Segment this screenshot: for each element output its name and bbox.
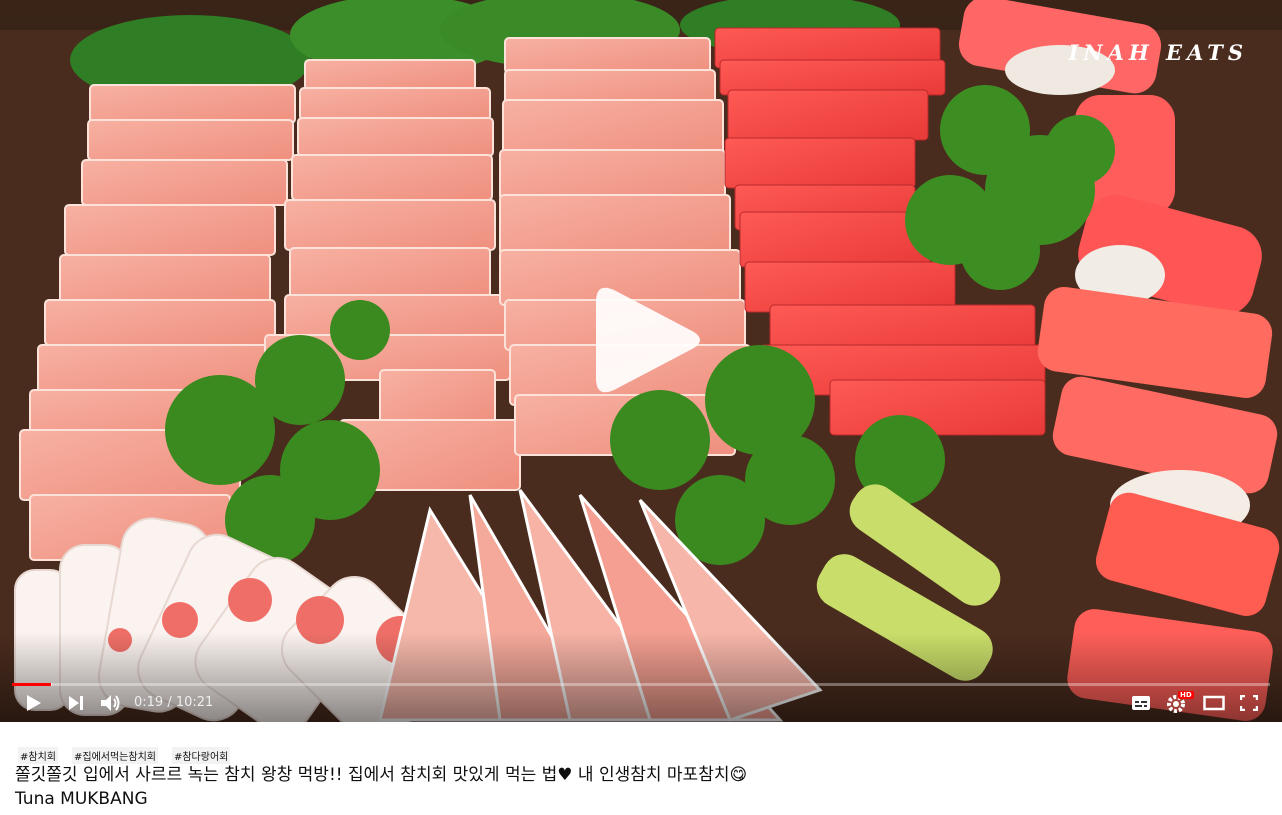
volume-icon xyxy=(101,695,120,711)
subtitles-button[interactable] xyxy=(1128,690,1154,716)
play-icon xyxy=(27,695,41,711)
video-title: 쫄깃쫄깃 입에서 사르르 녹는 참치 왕창 먹방!! 집에서 참치회 맛있게 먹… xyxy=(15,763,1265,811)
time-separator: / xyxy=(163,695,176,710)
subtitles-icon xyxy=(1132,696,1150,710)
progress-bar[interactable] xyxy=(12,683,1270,686)
next-icon xyxy=(69,696,83,710)
hd-badge: HD xyxy=(1178,691,1194,699)
video-title-line1: 쫄깃쫄깃 입에서 사르르 녹는 참치 왕창 먹방!! 집에서 참치회 맛있게 먹… xyxy=(15,765,748,785)
hashtag-link[interactable]: #집에서먹는참치회 xyxy=(71,747,158,764)
current-time: 0:19 xyxy=(134,695,164,710)
volume-button[interactable] xyxy=(98,690,124,716)
settings-button[interactable]: HD xyxy=(1164,690,1194,716)
hashtag-link[interactable]: #참다랑어회 xyxy=(171,747,231,764)
fullscreen-button[interactable] xyxy=(1236,690,1262,716)
video-player[interactable]: INAH EATS 0:19 / 10:21 HD xyxy=(0,0,1282,722)
duration: 10:21 xyxy=(175,695,214,710)
hashtag-list: #참치회 #집에서먹는참치회 #참다랑어회 xyxy=(18,747,244,764)
progress-played xyxy=(12,683,51,686)
hashtag-link[interactable]: #참치회 xyxy=(18,747,58,764)
time-display: 0:19 / 10:21 xyxy=(134,695,213,710)
video-title-line2: Tuna MUKBANG xyxy=(15,789,148,809)
theater-button[interactable] xyxy=(1200,690,1228,716)
channel-watermark: INAH EATS xyxy=(1068,40,1248,65)
play-button[interactable] xyxy=(22,690,46,716)
fullscreen-icon xyxy=(1240,695,1258,711)
theater-icon xyxy=(1203,695,1225,711)
big-play-icon xyxy=(596,287,700,393)
big-play-button[interactable] xyxy=(594,282,704,398)
next-button[interactable] xyxy=(64,690,88,716)
